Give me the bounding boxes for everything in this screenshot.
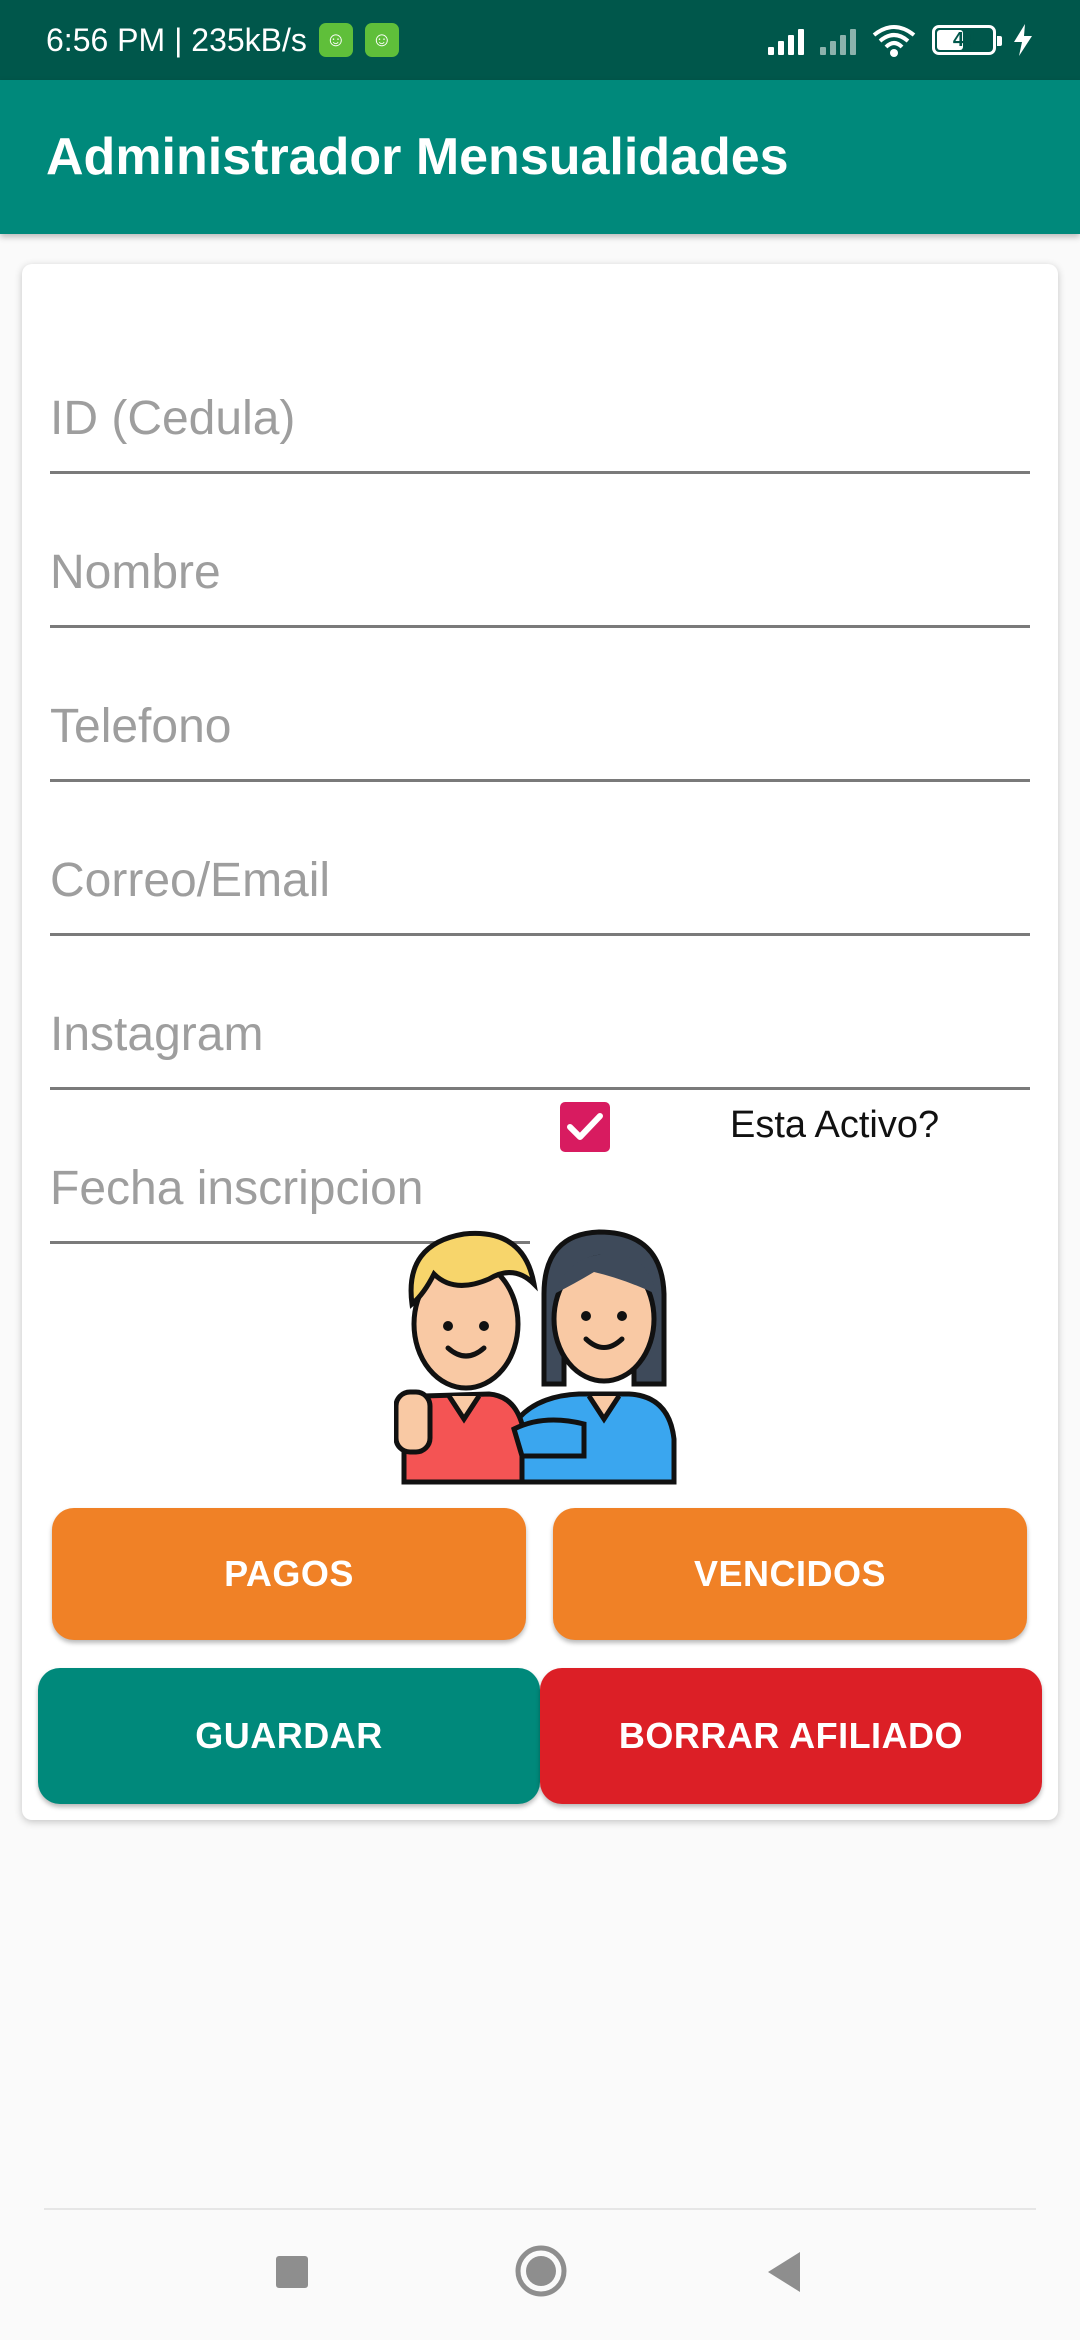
email-field-wrap (50, 816, 1030, 936)
status-right: 44 (768, 23, 1034, 57)
borrar-afiliado-button[interactable]: BORRAR AFILIADO (540, 1668, 1042, 1804)
square-icon (276, 2256, 308, 2288)
guardar-button[interactable]: GUARDAR (38, 1668, 540, 1804)
app-title: Administrador Mensualidades (46, 128, 789, 186)
battery-icon: 44 (932, 25, 1002, 55)
active-label: Esta Activo? (730, 1104, 940, 1146)
notification-app-icon-2: ☺ (364, 23, 399, 57)
status-left: 6:56 PM | 235kB/s ☺ ☺ (46, 22, 399, 59)
nombre-input[interactable] (50, 528, 1030, 628)
checkmark-icon (567, 1113, 603, 1140)
vencidos-button[interactable]: VENCIDOS (553, 1508, 1027, 1640)
app-bar: Administrador Mensualidades (0, 80, 1080, 234)
pagos-button[interactable]: PAGOS (52, 1508, 526, 1640)
charging-icon (1014, 24, 1032, 56)
id-field-wrap (50, 354, 1030, 474)
status-bar: 6:56 PM | 235kB/s ☺ ☺ 44 (0, 0, 1080, 80)
name-field-wrap (50, 508, 1030, 628)
telefono-input[interactable] (50, 682, 1030, 782)
battery-level: 44 (952, 28, 976, 51)
circle-icon (515, 2245, 567, 2297)
instagram-input[interactable] (50, 990, 1030, 1090)
wifi-icon (872, 25, 916, 57)
back-button[interactable] (764, 2250, 804, 2294)
form-card: Esta Activo? PAGOS VENCIDOS GUARDAR BORR… (22, 264, 1058, 1820)
signal-icon (768, 25, 804, 55)
id-cedula-input[interactable] (50, 374, 1030, 474)
active-checkbox[interactable] (560, 1102, 610, 1152)
signal-no-service-icon (820, 25, 856, 55)
notification-app-icon: ☺ (318, 23, 353, 57)
instagram-field-wrap (50, 970, 1030, 1090)
email-input[interactable] (50, 836, 1030, 936)
triangle-back-icon (768, 2252, 800, 2292)
two-friends-illustration (394, 1229, 677, 1485)
status-time-speed: 6:56 PM | 235kB/s (46, 21, 307, 58)
recents-button[interactable] (274, 2254, 310, 2290)
home-button[interactable] (514, 2244, 568, 2298)
phone-field-wrap (50, 662, 1030, 782)
system-nav-bar (0, 2210, 1080, 2340)
